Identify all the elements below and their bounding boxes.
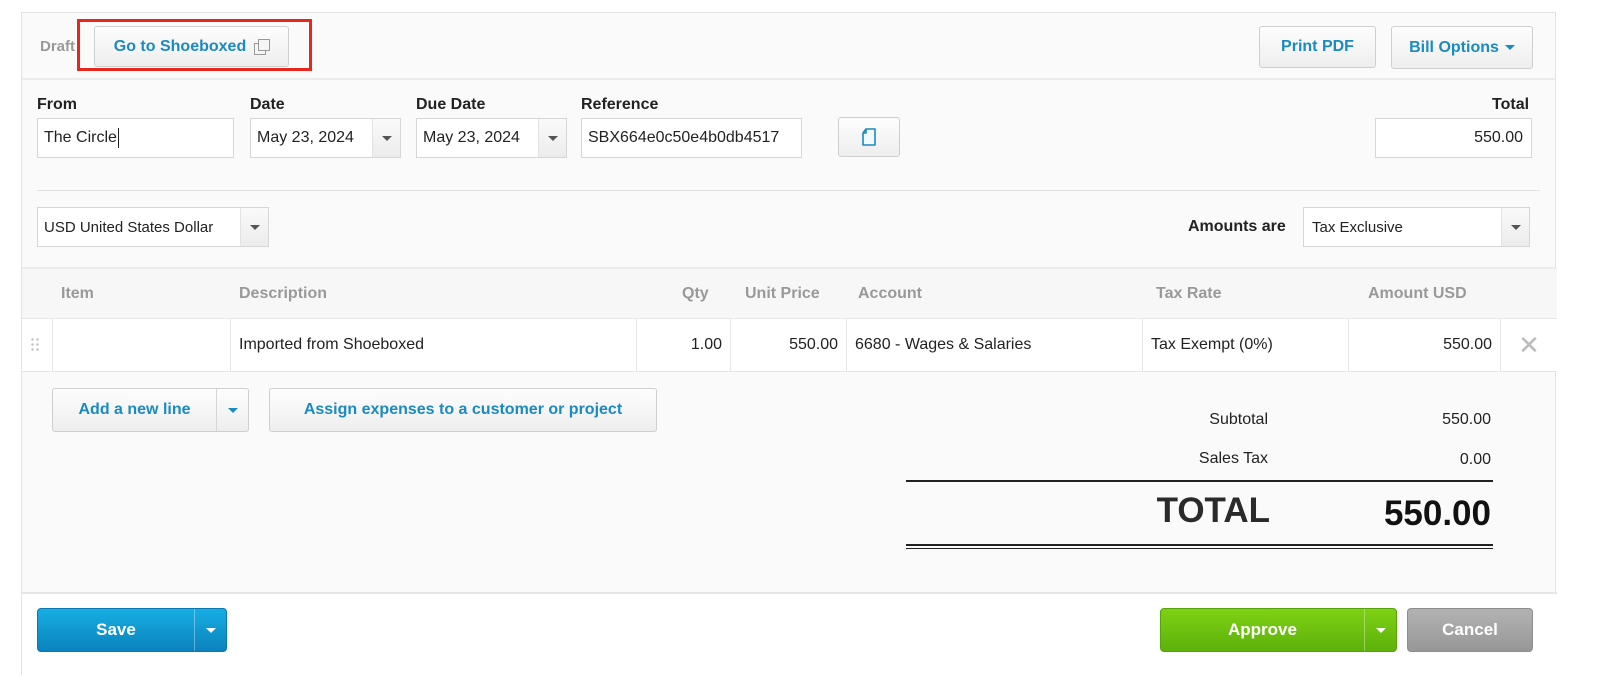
amount-cell[interactable]: 550.00 — [1348, 319, 1500, 371]
total-double-rule — [906, 544, 1493, 546]
date-value: May 23, 2024 — [257, 129, 354, 146]
total-rule — [906, 480, 1493, 482]
text-cursor — [117, 128, 119, 148]
amount-value: 550.00 — [1443, 336, 1492, 353]
approve-label: Approve — [1228, 620, 1297, 639]
approve-button[interactable]: Approve — [1160, 608, 1397, 652]
total-label: Total — [1492, 96, 1530, 113]
go-to-shoeboxed-button[interactable]: Go to Shoeboxed — [94, 26, 289, 67]
due-date-label: Due Date — [416, 96, 486, 113]
print-pdf-label: Print PDF — [1281, 38, 1354, 55]
description-value: Imported from Shoeboxed — [239, 336, 424, 353]
account-value: 6680 - Wages & Salaries — [855, 336, 1032, 353]
reference-value: SBX664e0c50e4b0db4517 — [588, 129, 780, 146]
item-cell[interactable] — [52, 319, 230, 371]
amounts-are-select[interactable]: Tax Exclusive — [1303, 207, 1530, 247]
caret-down-icon — [547, 135, 558, 141]
bill-options-button[interactable]: Bill Options — [1391, 26, 1533, 69]
tax-rate-cell[interactable]: Tax Exempt (0%) — [1142, 319, 1348, 371]
caret-down-icon — [227, 407, 238, 413]
cancel-label: Cancel — [1442, 620, 1498, 639]
date-picker[interactable]: May 23, 2024 — [250, 118, 401, 158]
grand-total-label: TOTAL — [1156, 491, 1270, 530]
total-input[interactable]: 550.00 — [1375, 118, 1532, 158]
amounts-are-value: Tax Exclusive — [1312, 218, 1403, 236]
account-cell[interactable]: 6680 - Wages & Salaries — [846, 319, 1142, 371]
line-items-header: Item Description Qty Unit Price Account … — [22, 267, 1557, 319]
save-label: Save — [96, 620, 136, 639]
add-new-line-label: Add a new line — [78, 401, 191, 418]
cancel-button[interactable]: Cancel — [1407, 608, 1533, 652]
due-date-value: May 23, 2024 — [423, 129, 520, 146]
column-header-account: Account — [858, 285, 922, 302]
description-cell[interactable]: Imported from Shoeboxed — [230, 319, 636, 371]
column-header-unit-price: Unit Price — [745, 285, 820, 302]
column-header-item: Item — [61, 285, 94, 302]
date-dropdown-button[interactable] — [372, 119, 400, 157]
bill-editor-panel: Draft Go to Shoeboxed Print PDF Bill Opt… — [21, 12, 1557, 676]
status-label: Draft — [40, 38, 76, 55]
tax-rate-value: Tax Exempt (0%) — [1151, 336, 1273, 353]
subtotal-value: 550.00 — [1442, 411, 1491, 428]
from-value: The Circle — [44, 129, 117, 146]
document-icon — [862, 128, 876, 146]
unit-price-cell[interactable]: 550.00 — [730, 319, 846, 371]
drag-handle-icon[interactable] — [30, 337, 40, 353]
sales-tax-label: Sales Tax — [1198, 450, 1268, 467]
due-date-dropdown-button[interactable] — [538, 119, 566, 157]
caret-down-icon — [1375, 627, 1386, 633]
amounts-are-label: Amounts are — [1188, 218, 1286, 235]
reference-input[interactable]: SBX664e0c50e4b0db4517 — [581, 118, 802, 158]
currency-select[interactable]: USD United States Dollar — [37, 207, 269, 247]
currency-value: USD United States Dollar — [44, 218, 214, 236]
column-header-amount: Amount USD — [1368, 285, 1467, 302]
assign-expenses-button[interactable]: Assign expenses to a customer or project — [269, 388, 657, 432]
total-double-rule-lower — [906, 548, 1493, 549]
add-new-line-button[interactable]: Add a new line — [52, 388, 249, 432]
save-options-button[interactable] — [194, 609, 226, 651]
caret-down-icon — [205, 627, 216, 633]
currency-dropdown-button[interactable] — [240, 208, 268, 246]
remove-row-button[interactable]: ✕ — [1500, 319, 1557, 371]
bill-toolbar: Draft Go to Shoeboxed Print PDF Bill Opt… — [22, 13, 1555, 80]
copy-reference-button[interactable] — [838, 117, 900, 157]
save-button[interactable]: Save — [37, 608, 227, 652]
caret-down-icon — [1504, 45, 1515, 50]
grand-total-value: 550.00 — [1383, 494, 1491, 533]
column-header-description: Description — [239, 285, 328, 302]
due-date-picker[interactable]: May 23, 2024 — [416, 118, 567, 158]
unit-price-value: 550.00 — [789, 336, 838, 353]
from-label: From — [37, 96, 77, 113]
qty-cell[interactable]: 1.00 — [636, 319, 730, 371]
subtotal-label: Subtotal — [1209, 411, 1268, 428]
print-pdf-button[interactable]: Print PDF — [1259, 26, 1376, 68]
footer-actions: Save Approve Cancel — [22, 592, 1557, 676]
close-icon: ✕ — [1518, 329, 1540, 360]
add-line-options-button[interactable] — [216, 389, 248, 431]
caret-down-icon — [1510, 224, 1521, 230]
date-label: Date — [250, 96, 285, 113]
column-header-qty: Qty — [682, 285, 709, 302]
reference-label: Reference — [581, 96, 659, 113]
sales-tax-value: 0.00 — [1459, 451, 1491, 468]
amounts-are-dropdown-button[interactable] — [1501, 208, 1529, 246]
external-link-icon — [254, 39, 271, 55]
caret-down-icon — [381, 135, 392, 141]
section-divider — [37, 190, 1540, 191]
table-row: Imported from Shoeboxed 1.00 550.00 6680… — [22, 318, 1557, 372]
caret-down-icon — [249, 224, 260, 230]
assign-expenses-label: Assign expenses to a customer or project — [303, 401, 623, 418]
from-input[interactable]: The Circle — [37, 118, 234, 158]
go-to-shoeboxed-label: Go to Shoeboxed — [113, 37, 247, 55]
bill-options-label: Bill Options — [1409, 38, 1499, 56]
total-value: 550.00 — [1474, 129, 1523, 146]
qty-value: 1.00 — [690, 336, 722, 353]
approve-options-button[interactable] — [1364, 609, 1396, 651]
column-header-tax-rate: Tax Rate — [1156, 285, 1222, 302]
